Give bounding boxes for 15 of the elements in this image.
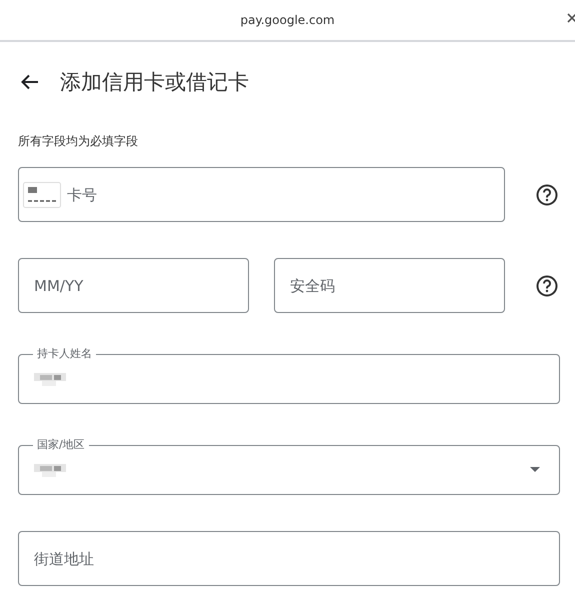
- site-address: pay.google.com: [240, 13, 335, 27]
- help-icon[interactable]: [536, 184, 558, 206]
- dropdown-caret-icon: [530, 466, 540, 472]
- input-field[interactable]: 街道地址: [18, 531, 560, 586]
- back-arrow-icon[interactable]: [21, 74, 39, 90]
- input-field[interactable]: 持卡人姓名: [18, 349, 560, 404]
- help-icon[interactable]: [536, 274, 558, 296]
- input-field[interactable]: 安全码: [274, 258, 505, 313]
- input-field[interactable]: MM/YY: [18, 258, 249, 313]
- required-note: 所有字段均为必填字段: [18, 133, 139, 150]
- input-field[interactable]: 卡号: [18, 167, 505, 222]
- card-icon: [23, 182, 61, 208]
- country-select[interactable]: 国家/地区: [18, 440, 560, 495]
- close-icon[interactable]: [567, 12, 575, 24]
- page-title: 添加信用卡或借记卡: [60, 68, 249, 96]
